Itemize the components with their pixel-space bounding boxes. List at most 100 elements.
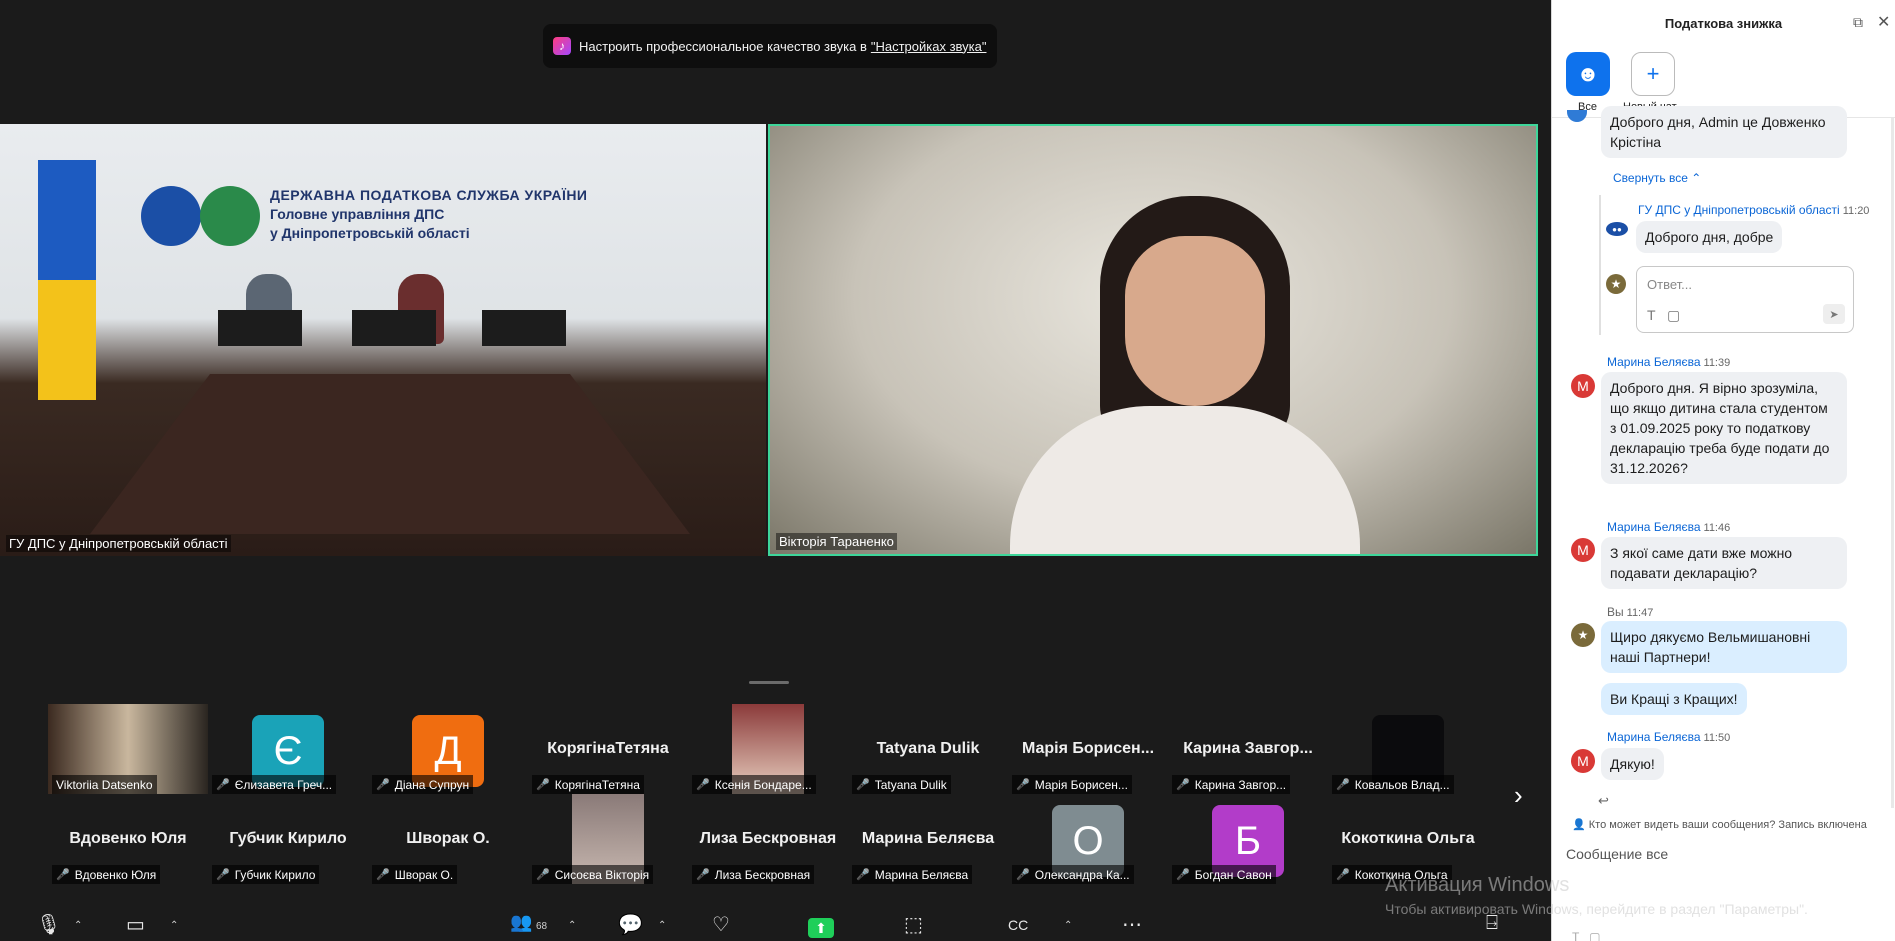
participant-big-name: Вдовенко Юля (69, 830, 187, 847)
participant-thumbnail[interactable]: Лиза Бескровная 🎤 Лиза Бескровная (688, 790, 848, 884)
thread-line (1599, 195, 1601, 335)
muted-mic-icon: 🎤 (216, 869, 230, 881)
participant-name-tag: 🎤 Губчик Кирило (212, 865, 320, 884)
chevron-up-icon[interactable]: ⌃ (1064, 920, 1072, 931)
send-icon[interactable]: ➤ (1823, 304, 1845, 324)
monitor (352, 310, 436, 346)
participant-thumbnail[interactable]: Є 🎤 Єлизавета Греч... (208, 700, 368, 794)
chat-panel: Податкова знижка ⧉ ✕ ☻ Все + Новый чат Д… (1551, 0, 1895, 941)
participant-big-name: КорягінаТетяна (547, 740, 669, 757)
participant-thumbnail[interactable]: 🎤 Сисоєва Вікторія (528, 790, 688, 884)
share-screen-button[interactable]: ⬆ (808, 918, 834, 938)
notice-text: Настроить профессиональное качество звук… (579, 38, 867, 54)
participant-name-tag: 🎤 Богдан Савон (1172, 865, 1276, 884)
participant-thumbnail[interactable]: Tatyana Dulik 🎤 Tatyana Dulik (848, 700, 1008, 794)
participant-big-name: Лиза Бескровная (699, 830, 837, 847)
participant-thumbnail[interactable]: Карина Завгор... 🎤 Карина Завгор... (1168, 700, 1328, 794)
format-text-icon[interactable]: T ▢ (1647, 307, 1680, 324)
participant-thumbnail[interactable]: Марія Борисен... 🎤 Марія Борисен... (1008, 700, 1168, 794)
participant-thumbnail[interactable]: КорягінаТетяна 🎤 КорягінаТетяна (528, 700, 688, 794)
participant-name-tag: ГУ ДПС у Дніпропетровській області (6, 535, 231, 552)
muted-mic-icon: 🎤 (536, 869, 550, 881)
microphone-icon[interactable]: 🎙 (36, 912, 61, 937)
speaker-face (1125, 236, 1265, 406)
participant-name-tag: 🎤 Лиза Бескровная (692, 865, 815, 884)
participant-big-name: Tatyana Dulik (876, 740, 980, 757)
participant-thumbnail[interactable]: 🎤 Ковальов Влад... (1328, 700, 1488, 794)
participant-big-name: Карина Завгор... (1183, 740, 1313, 757)
chat-message: З якої саме дати вже можно подавати декл… (1601, 537, 1847, 589)
participant-thumbnail[interactable]: Марина Беляєва 🎤 Марина Беляєва (848, 790, 1008, 884)
zoom-window: ♪ Настроить профессиональное качество зв… (0, 0, 1895, 941)
chevron-up-icon[interactable]: ⌃ (170, 920, 178, 931)
avatar: ★ (1606, 274, 1626, 294)
muted-mic-icon: 🎤 (856, 869, 870, 881)
tab-new-chat[interactable]: + (1631, 52, 1675, 96)
participant-big-name: Марія Борисен... (1021, 740, 1155, 757)
chevron-up-icon[interactable]: ⌃ (658, 920, 666, 931)
next-page-arrow-icon[interactable]: › (1514, 780, 1523, 811)
message-input[interactable]: Сообщение все (1566, 846, 1668, 862)
participant-thumbnail[interactable]: Вдовенко Юля 🎤 Вдовенко Юля (48, 790, 208, 884)
format-text-icon[interactable]: T ▢ (1572, 930, 1600, 941)
participant-thumbnail[interactable]: Viktoriia Datsenko (48, 700, 208, 794)
close-icon[interactable]: ✕ (1877, 12, 1890, 32)
dps-logo-green (200, 186, 260, 246)
meeting-toolbar: 🎙 ⌃ ▭ ⌃ 👥 68 ⌃ 💬 ⌃ ♡ ⬚ CC ⌃ ⋯ ⍈ (0, 908, 1551, 941)
participant-name-tag: 🎤 Вдовенко Юля (52, 865, 161, 884)
participant-name-tag: 🎤 Олександра Ка... (1012, 865, 1134, 884)
reactions-icon[interactable]: ♡ (712, 912, 730, 937)
chat-title: Податкова знижка (1664, 16, 1783, 31)
message-sender: Марина Беляєва 11:39 (1607, 355, 1731, 369)
avatar: ●● (1606, 222, 1628, 236)
thread-reply-input[interactable]: Ответ... T ▢ ➤ (1636, 266, 1854, 333)
participant-big-name: Кокоткина Ольга (1341, 830, 1475, 847)
muted-mic-icon: 🎤 (56, 869, 70, 881)
gallery-resize-handle[interactable] (749, 681, 789, 684)
participant-thumbnail[interactable]: Д 🎤 Діана Супрун (368, 700, 528, 794)
participant-thumbnail[interactable]: Кокоткина Ольга 🎤 Кокоткина Ольга (1328, 790, 1488, 884)
chevron-up-icon[interactable]: ⌃ (74, 920, 82, 931)
chat-privacy-notice[interactable]: 👤 Кто может видеть ваши сообщения? Запис… (1572, 818, 1867, 831)
chat-message: Доброго дня. Я вірно зрозуміла, що якщо … (1601, 372, 1847, 484)
chevron-up-icon[interactable]: ⌃ (568, 920, 576, 931)
tab-all-chats[interactable]: ☻ (1566, 52, 1610, 96)
chat-icon[interactable]: 💬 (618, 912, 643, 937)
music-note-icon: ♪ (553, 37, 571, 55)
participant-thumbnail[interactable]: О 🎤 Олександра Ка... (1008, 790, 1168, 884)
more-icon[interactable]: ⋯ (1122, 912, 1142, 937)
muted-mic-icon: 🎤 (696, 869, 710, 881)
participant-thumbnail[interactable]: Губчик Кирило 🎤 Губчик Кирило (208, 790, 368, 884)
plus-icon: + (1646, 61, 1660, 86)
participant-big-name: Марина Беляєва (861, 830, 995, 847)
video-tile-gu-dps[interactable]: ДЕРЖАВНА ПОДАТКОВА СЛУЖБА УКРАЇНИ Головн… (0, 124, 766, 556)
participant-thumbnail[interactable]: 🎤 Ксенія Бондаре... (688, 700, 848, 794)
muted-mic-icon: 🎤 (1336, 869, 1350, 881)
avatar (1567, 110, 1587, 122)
avatar: ★ (1571, 623, 1595, 647)
apps-icon[interactable]: ⬚ (904, 912, 923, 937)
reply-icon[interactable]: ↩ (1598, 793, 1609, 809)
group-icon: ☻ (1576, 61, 1600, 86)
captions-icon[interactable]: CC (1008, 917, 1028, 933)
participant-name-tag: 🎤 Марина Беляєва (852, 865, 973, 884)
camera-icon[interactable]: ▭ (126, 912, 145, 937)
participant-thumbnail[interactable]: Шворак О. 🎤 Шворак О. (368, 790, 528, 884)
chat-scrollbar[interactable] (1891, 118, 1894, 808)
person-lock-icon: 👤 (1572, 819, 1586, 831)
chat-message: Доброго дня, Admin це Довженко Крістіна (1601, 106, 1847, 158)
chat-message: Доброго дня, добре (1636, 221, 1783, 253)
collapse-thread-link[interactable]: Свернуть все ⌃ (1613, 171, 1701, 185)
muted-mic-icon: 🎤 (1016, 869, 1030, 881)
audio-settings-link[interactable]: "Настройках звука" (871, 39, 987, 54)
participants-icon[interactable]: 👥 (510, 912, 532, 933)
video-tile-active-speaker[interactable]: Вікторія Тараненко (768, 124, 1538, 556)
popout-icon[interactable]: ⧉ (1853, 14, 1863, 31)
windows-activation-watermark: Активация Windows Чтобы активировать Win… (1385, 874, 1808, 917)
speaker-shirt (1010, 406, 1360, 554)
avatar: M (1571, 538, 1595, 562)
conference-table (90, 374, 690, 534)
participant-name-tag: Вікторія Тараненко (776, 533, 897, 550)
monitor (482, 310, 566, 346)
participant-thumbnail[interactable]: Б 🎤 Богдан Савон (1168, 790, 1328, 884)
